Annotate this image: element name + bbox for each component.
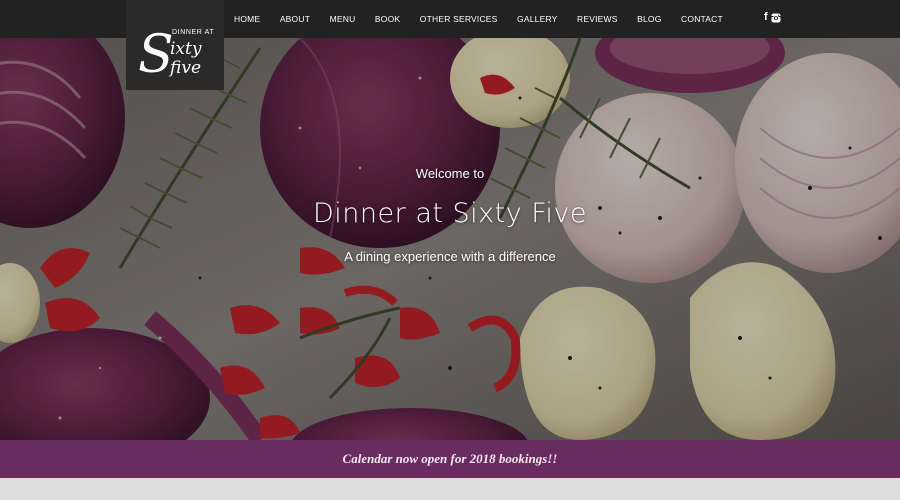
announcement-banner: Calendar now open for 2018 bookings!! <box>0 440 900 478</box>
nav-gallery[interactable]: GALLERY <box>517 14 557 24</box>
hero-overlay <box>0 38 900 440</box>
nav-other-services[interactable]: OTHER SERVICES <box>420 14 498 24</box>
hero-title: Dinner at Sixty Five <box>313 198 587 229</box>
social-links: f <box>764 12 781 23</box>
logo-initial: S <box>138 25 174 85</box>
nav-book[interactable]: BOOK <box>375 14 400 24</box>
logo-word-ixty: ixty <box>170 39 202 59</box>
logo-dinner-at: DINNER AT <box>172 29 214 36</box>
nav-menu[interactable]: MENU <box>330 14 356 24</box>
instagram-icon[interactable] <box>771 13 781 23</box>
hero-welcome-text: Welcome to <box>415 166 485 181</box>
nav-about[interactable]: ABOUT <box>280 14 310 24</box>
facebook-icon[interactable]: f <box>764 12 768 23</box>
nav-home[interactable]: HOME <box>234 14 260 24</box>
nav-contact[interactable]: CONTACT <box>681 14 723 24</box>
announcement-text[interactable]: Calendar now open for 2018 bookings!! <box>343 451 558 467</box>
nav-reviews[interactable]: REVIEWS <box>577 14 618 24</box>
hero-section: Welcome to Dinner at Sixty Five A dining… <box>0 38 900 440</box>
page-content-strip <box>0 478 900 500</box>
hero-tagline: A dining experience with a difference <box>344 249 556 264</box>
logo-word-five: five <box>168 58 201 78</box>
site-logo[interactable]: S DINNER AT ixty five <box>126 0 224 90</box>
main-navigation: HOME ABOUT MENU BOOK OTHER SERVICES GALL… <box>234 0 723 38</box>
nav-blog[interactable]: BLOG <box>637 14 661 24</box>
